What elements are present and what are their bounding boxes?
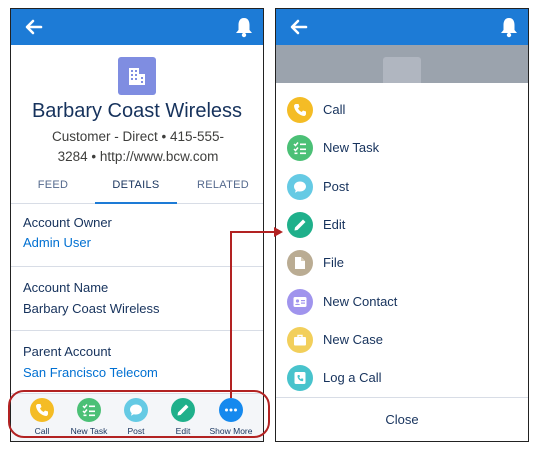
callout-connector-arrow	[230, 227, 283, 398]
